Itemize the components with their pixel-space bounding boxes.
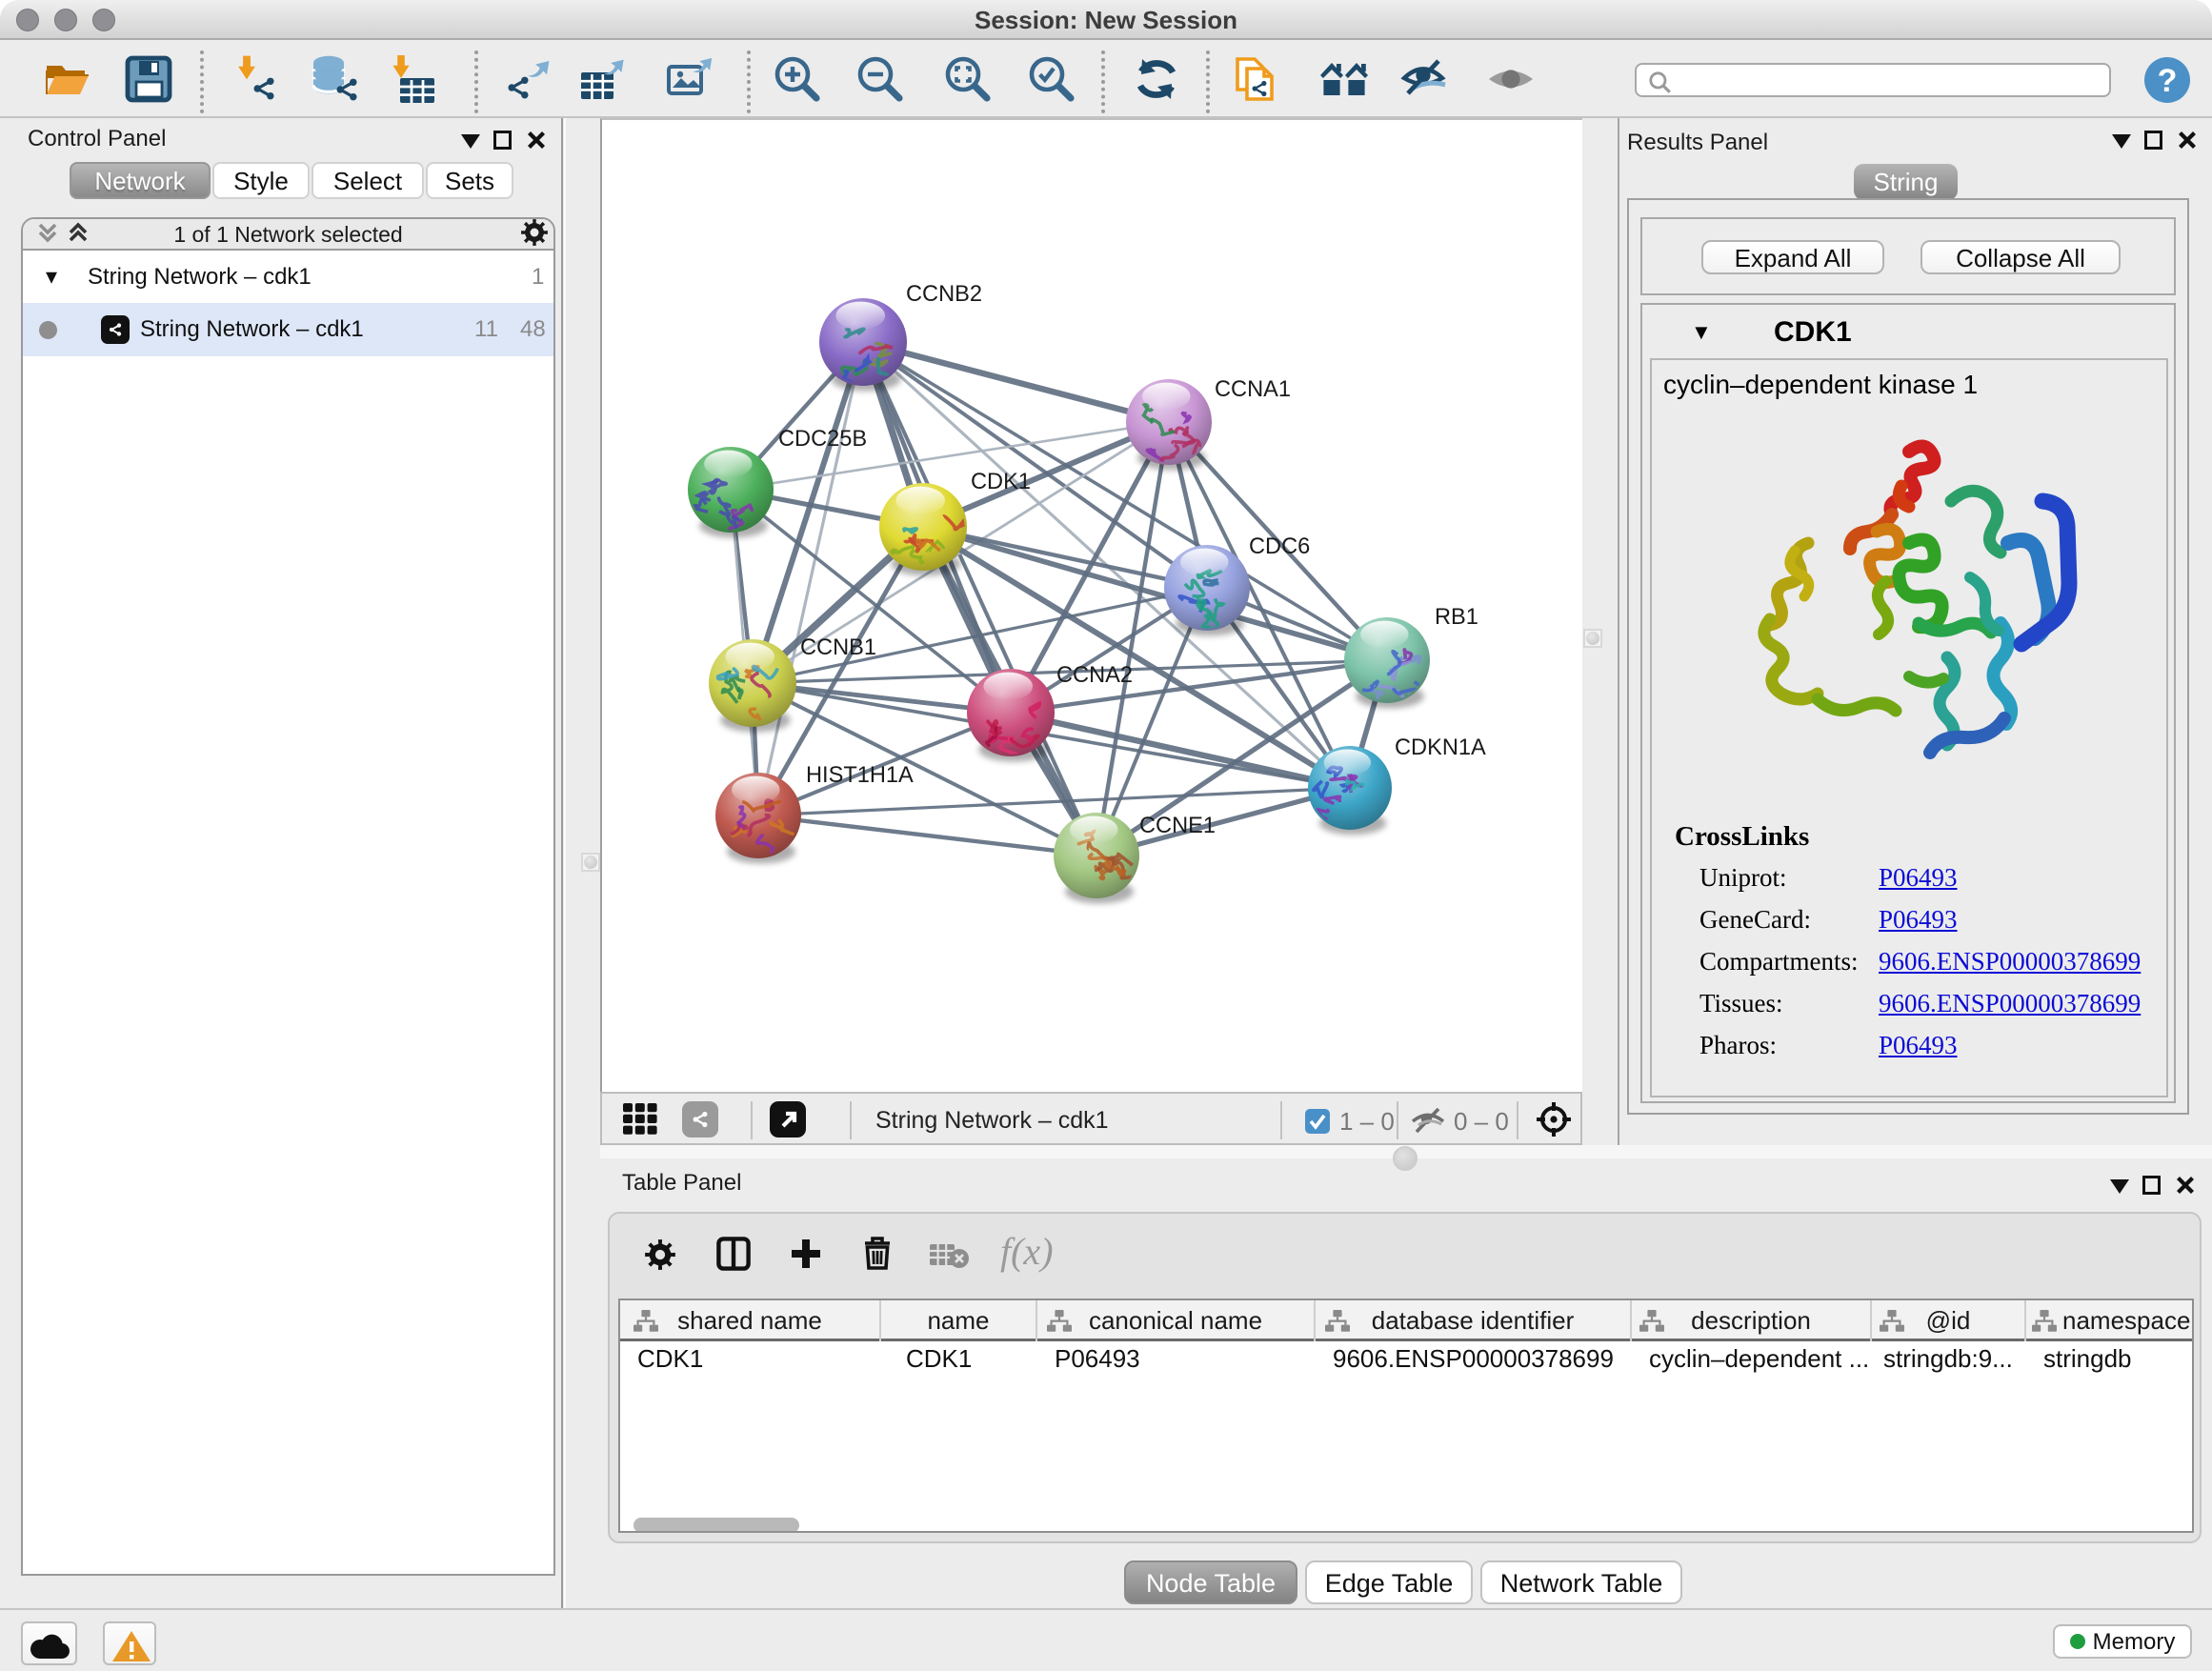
svg-text:RB1: RB1 — [1435, 605, 1478, 630]
svg-text:CDK1: CDK1 — [971, 470, 1031, 494]
svg-text:CCNA2: CCNA2 — [1056, 663, 1133, 688]
svg-text:CDKN1A: CDKN1A — [1395, 735, 1486, 760]
svg-text:?: ? — [2158, 63, 2178, 99]
svg-text:CCNB1: CCNB1 — [800, 635, 876, 660]
svg-text:CDC25B: CDC25B — [778, 427, 867, 452]
svg-text:CCNB2: CCNB2 — [906, 282, 982, 307]
svg-text:HIST1H1A: HIST1H1A — [806, 763, 914, 788]
svg-text:CCNA1: CCNA1 — [1215, 377, 1291, 402]
svg-text:CCNE1: CCNE1 — [1139, 814, 1216, 838]
svg-text:CDC6: CDC6 — [1249, 534, 1310, 559]
